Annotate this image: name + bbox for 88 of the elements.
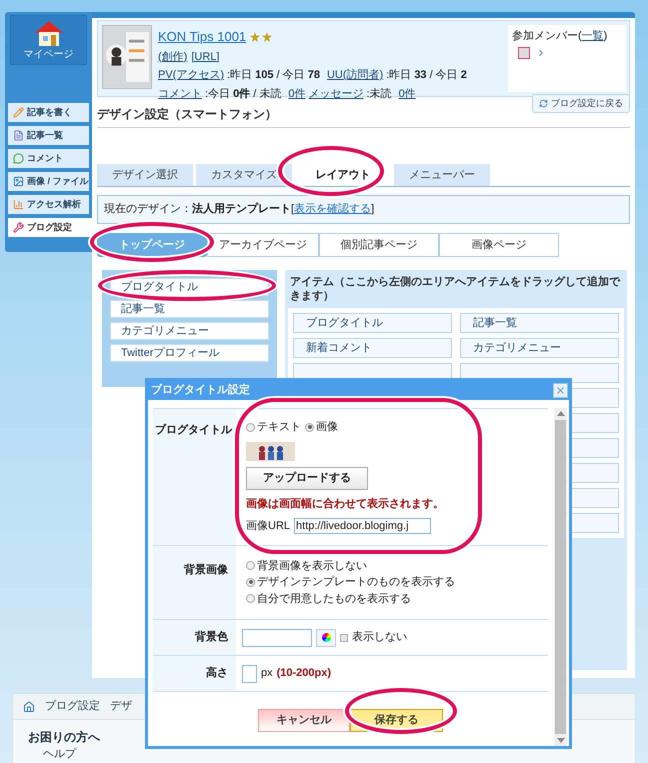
tab[interactable]: デザイン選択: [97, 164, 193, 186]
home-icon[interactable]: [23, 700, 35, 712]
sidebar-item[interactable]: コメント: [8, 149, 89, 168]
page-title: デザイン設定（スマートフォン）: [97, 106, 277, 123]
checkbox-label: 表示しない: [352, 630, 407, 646]
field-label: 背景色: [153, 620, 236, 655]
page-tab[interactable]: 画像ページ: [439, 233, 559, 257]
radio-label: 背景画像を表示しない: [257, 558, 367, 574]
stat-link[interactable]: メッセージ: [308, 86, 364, 102]
close-icon: [555, 385, 566, 396]
stat-text: :昨日 33 / 今日 2: [386, 68, 467, 83]
stat-text: :昨日 105 / 今日 78: [227, 68, 320, 83]
page-tab[interactable]: アーカイブページ: [207, 233, 319, 257]
breadcrumb-link[interactable]: デザ: [110, 698, 132, 715]
cancel-button[interactable]: キャンセル: [258, 709, 350, 732]
radio-label: 自分で用意したものを表示する: [257, 592, 411, 606]
height-field[interactable]: [242, 664, 257, 682]
speech-bubble-icon: [13, 153, 24, 164]
scroll-down-icon[interactable]: [556, 738, 564, 743]
bar-chart-icon: [13, 199, 24, 210]
color-picker-button[interactable]: [316, 628, 336, 646]
stat-text: :今日 0件 / 未読: [205, 86, 282, 102]
palette-item[interactable]: ブログタイトル: [293, 313, 452, 333]
radio-label: テキスト: [257, 420, 301, 435]
tab[interactable]: カスタマイズ: [196, 164, 292, 186]
image-icon: [13, 176, 24, 187]
radio-button[interactable]: [305, 422, 314, 432]
members-label: ): [604, 30, 608, 42]
blog-link[interactable]: [URL]: [191, 48, 220, 65]
unit-label: px: [261, 666, 273, 682]
radio-label: デザインテンプレートのものを表示する: [257, 574, 455, 590]
radio-button[interactable]: [246, 422, 255, 432]
members-label: 参加メンバー(: [512, 30, 582, 42]
sidebar-item[interactable]: 画像 / ファイル: [8, 172, 89, 191]
palette-item[interactable]: 記事一覧: [460, 313, 619, 333]
members-link[interactable]: 一覧: [582, 30, 604, 42]
help-heading: お困りの方へ: [28, 729, 100, 746]
back-button[interactable]: ブログ設定に戻る: [532, 94, 630, 113]
member-avatar[interactable]: [518, 47, 530, 59]
stat-link[interactable]: 0件: [398, 86, 416, 102]
document-icon: [13, 130, 24, 141]
tab[interactable]: メニューバー: [394, 164, 490, 186]
radio-label: 画像: [316, 420, 338, 435]
stat-link[interactable]: コメント: [158, 86, 202, 102]
stat-link[interactable]: UU(訪問者): [326, 67, 384, 84]
preview-link[interactable]: 表示を確認する: [294, 203, 372, 216]
radio-button[interactable]: [246, 578, 255, 587]
field-label: 画像URL: [246, 519, 290, 534]
palette-item[interactable]: 新着コメント: [293, 338, 452, 358]
blog-title-link[interactable]: KON Tips 1001: [158, 27, 246, 46]
layout-item[interactable]: 記事一覧: [110, 300, 269, 318]
upload-button[interactable]: アップロードする: [246, 466, 368, 490]
radio-button[interactable]: [246, 594, 255, 604]
field-label: 高さ: [153, 656, 236, 691]
page-tab[interactable]: 個別記事ページ: [319, 233, 439, 257]
blog-link[interactable]: (創作): [158, 48, 188, 65]
range-hint: (10-200px): [276, 666, 332, 682]
image-note: 画像は画面幅に合わせて表示されます。: [246, 496, 445, 512]
close-button[interactable]: [553, 383, 568, 398]
sidebar-item[interactable]: ブログ設定: [8, 218, 92, 237]
palette-heading: アイテム（ここから左側のエリアへアイテムをドラッグして追加できます）: [289, 274, 622, 304]
scroll-up-icon[interactable]: [556, 411, 564, 416]
field-label: 背景画像: [153, 546, 236, 619]
pencil-icon: [13, 107, 24, 118]
breadcrumb-link[interactable]: ブログ設定: [45, 698, 100, 715]
layout-item[interactable]: Twitterプロフィール: [110, 344, 269, 362]
stat-text: :未読: [366, 86, 392, 102]
stat-link[interactable]: PV(アクセス): [158, 67, 224, 84]
sidebar-item[interactable]: アクセス解析: [8, 195, 89, 214]
stat-link[interactable]: 0件: [288, 86, 306, 102]
dialog-title: ブログタイトル設定: [151, 382, 250, 398]
my-page-button[interactable]: マイページ: [10, 15, 87, 65]
url-field[interactable]: http://livedoor.blogimg.j: [294, 518, 432, 534]
radio-button[interactable]: [246, 561, 255, 570]
current-design-text: 現在のデザイン：法人用テンプレート[表示を確認する]: [104, 202, 374, 218]
rank-stars-icon: [250, 32, 272, 42]
field-label: ブログタイトル: [153, 409, 236, 544]
color-wheel-icon: [322, 633, 330, 642]
wrench-icon: [13, 222, 24, 233]
palette-item[interactable]: カテゴリメニュー: [460, 338, 619, 358]
checkbox[interactable]: [340, 634, 348, 642]
sidebar-item[interactable]: 記事一覧: [8, 126, 89, 145]
sidebar-item[interactable]: 記事を書く: [8, 103, 89, 122]
color-field[interactable]: [242, 628, 312, 646]
scrollbar-thumb[interactable]: [555, 420, 566, 734]
refresh-icon: [539, 99, 548, 108]
layout-item[interactable]: カテゴリメニュー: [110, 322, 269, 340]
help-link[interactable]: ヘルプ: [43, 746, 635, 762]
